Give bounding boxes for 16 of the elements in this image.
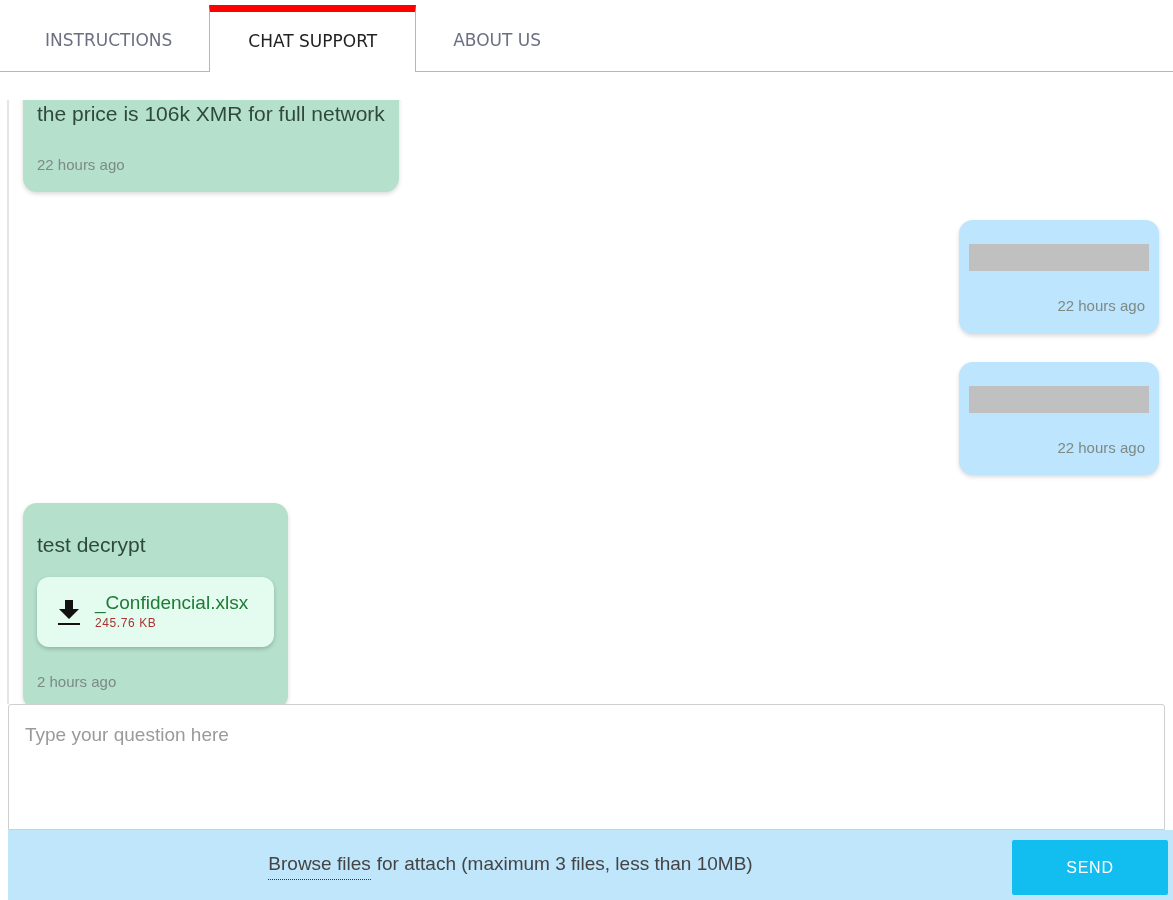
- browse-files-link[interactable]: Browse files: [268, 850, 371, 880]
- attach-note: for attach (maximum 3 files, less than 10MB): [376, 852, 753, 877]
- tab[interactable]: INSTRUCTIONS: [8, 11, 210, 71]
- message-time: 22 hours ago: [37, 154, 126, 175]
- question-field[interactable]: Type your question here: [8, 704, 1165, 830]
- message-time: 22 hours ago: [1056, 437, 1145, 458]
- attachment-card[interactable]: _Confidencial.xlsx 245.76 KB: [37, 576, 275, 647]
- download-icon: [57, 597, 81, 626]
- tab[interactable]: ABOUT US: [416, 11, 578, 71]
- message-time: 22 hours ago: [1056, 296, 1145, 316]
- message-time: 2 hours ago: [37, 671, 118, 692]
- tab[interactable]: CHAT SUPPORT: [209, 5, 417, 72]
- file-name: _Confidencial.xlsx: [95, 591, 249, 614]
- file-size: 245.76 KB: [95, 614, 158, 632]
- message-text: the price is 106k XMR for full network: [37, 101, 385, 127]
- message-text: test decrypt: [37, 532, 147, 558]
